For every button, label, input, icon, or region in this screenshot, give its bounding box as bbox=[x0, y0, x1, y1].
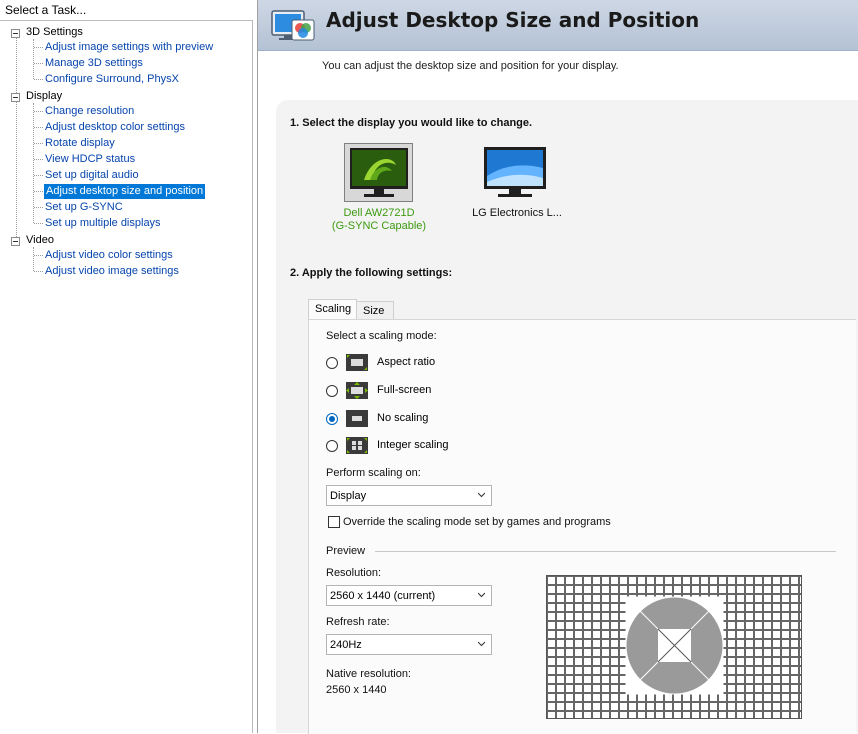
tree-item-g-sync[interactable]: Set up G-SYNC bbox=[44, 200, 124, 215]
refresh-rate-dropdown[interactable]: 240Hz bbox=[326, 634, 492, 655]
display-name: Dell AW2721D bbox=[343, 207, 415, 219]
preview-divider bbox=[375, 551, 836, 552]
override-scaling-label: Override the scaling mode set by games a… bbox=[343, 516, 611, 528]
category-label: Video bbox=[26, 234, 54, 246]
category-label: 3D Settings bbox=[26, 26, 83, 38]
content-area: Adjust Desktop Size and Position You can… bbox=[258, 0, 858, 734]
step1-heading: 1. Select the display you would like to … bbox=[290, 117, 533, 129]
integer-scaling-icon bbox=[346, 437, 368, 454]
display-lg-electronics[interactable] bbox=[482, 146, 548, 200]
task-tree: 3D Settings Adjust image settings with p… bbox=[0, 21, 253, 733]
chevron-down-icon bbox=[478, 592, 485, 598]
tree-connector bbox=[33, 103, 34, 223]
native-resolution-value: 2560 x 1440 bbox=[326, 684, 387, 696]
display-name: LG Electronics L... bbox=[472, 207, 562, 219]
no-scaling-icon bbox=[346, 410, 368, 427]
radio-label: Aspect ratio bbox=[377, 356, 436, 368]
radio-button[interactable] bbox=[326, 385, 338, 397]
scaling-mode-aspect-ratio[interactable]: Aspect ratio bbox=[326, 353, 486, 375]
tree-connector bbox=[16, 33, 17, 243]
scaling-mode-label: Select a scaling mode: bbox=[326, 330, 437, 342]
dropdown-value: Display bbox=[330, 490, 367, 502]
monitor-icon bbox=[484, 147, 546, 197]
tree-item-video-image[interactable]: Adjust video image settings bbox=[44, 264, 180, 279]
display-settings-icon bbox=[271, 10, 315, 41]
full-screen-icon bbox=[346, 382, 368, 399]
task-panel: Select a Task... 3D Settings Adjust imag… bbox=[0, 0, 258, 733]
page-description: You can adjust the desktop size and posi… bbox=[322, 60, 619, 72]
task-panel-header: Select a Task... bbox=[0, 0, 253, 21]
radio-button[interactable] bbox=[326, 357, 338, 369]
aspect-ratio-icon bbox=[346, 354, 368, 371]
test-pattern-preview bbox=[547, 576, 801, 718]
scaling-mode-no-scaling[interactable]: No scaling bbox=[326, 409, 486, 431]
dropdown-value: 2560 x 1440 (current) bbox=[330, 590, 436, 602]
chevron-down-icon bbox=[478, 492, 485, 498]
tree-item-desktop-size-position[interactable]: Adjust desktop size and position bbox=[44, 184, 206, 199]
radio-button[interactable] bbox=[326, 440, 338, 452]
scaling-mode-integer-scaling[interactable]: Integer scaling bbox=[326, 436, 486, 458]
title-banner: Adjust Desktop Size and Position bbox=[258, 0, 858, 51]
page-title: Adjust Desktop Size and Position bbox=[326, 8, 700, 32]
perform-scaling-label: Perform scaling on: bbox=[326, 467, 421, 479]
tree-connector bbox=[33, 39, 34, 79]
refresh-rate-label: Refresh rate: bbox=[326, 616, 390, 628]
task-panel-header-label: Select a Task... bbox=[5, 3, 87, 17]
tree-item-rotate-display[interactable]: Rotate display bbox=[44, 136, 116, 151]
tree-item-manage-3d-settings[interactable]: Manage 3D settings bbox=[44, 56, 144, 71]
scaling-preview bbox=[546, 575, 802, 719]
tree-item-video-color[interactable]: Adjust video color settings bbox=[44, 248, 174, 263]
scaling-mode-full-screen[interactable]: Full-screen bbox=[326, 381, 486, 403]
radio-label: Integer scaling bbox=[377, 439, 449, 451]
scaling-tab-content: Select a scaling mode: Aspect ratio Full… bbox=[308, 319, 856, 734]
tree-item-adjust-image-settings[interactable]: Adjust image settings with preview bbox=[44, 40, 214, 55]
tree-connector bbox=[33, 247, 34, 271]
radio-button[interactable] bbox=[326, 413, 338, 425]
chevron-down-icon bbox=[478, 641, 485, 647]
category-label: Display bbox=[26, 90, 63, 102]
radio-label: Full-screen bbox=[377, 384, 432, 396]
native-resolution-label: Native resolution: bbox=[326, 668, 411, 680]
collapse-icon[interactable] bbox=[11, 29, 20, 38]
tree-item-configure-surround[interactable]: Configure Surround, PhysX bbox=[44, 72, 180, 87]
tab-size[interactable]: Size bbox=[356, 301, 394, 320]
dropdown-value: 240Hz bbox=[330, 639, 362, 651]
collapse-icon[interactable] bbox=[11, 237, 20, 246]
perform-scaling-dropdown[interactable]: Display bbox=[326, 485, 492, 506]
override-scaling-checkbox[interactable] bbox=[328, 516, 340, 528]
resolution-label: Resolution: bbox=[326, 567, 382, 579]
tree-item-change-resolution[interactable]: Change resolution bbox=[44, 104, 135, 119]
tree-item-hdcp-status[interactable]: View HDCP status bbox=[44, 152, 136, 167]
tab-scaling[interactable]: Scaling bbox=[308, 299, 357, 320]
preview-heading: Preview bbox=[326, 545, 366, 557]
tree-item-multiple-displays[interactable]: Set up multiple displays bbox=[44, 216, 162, 231]
step2-heading: 2. Apply the following settings: bbox=[290, 267, 453, 279]
resolution-dropdown[interactable]: 2560 x 1440 (current) bbox=[326, 585, 492, 606]
tree-item-desktop-color[interactable]: Adjust desktop color settings bbox=[44, 120, 186, 135]
override-scaling-checkbox-row[interactable]: Override the scaling mode set by games a… bbox=[328, 516, 618, 530]
radio-label: No scaling bbox=[377, 412, 429, 424]
monitor-icon bbox=[344, 143, 413, 202]
display-caption: (G-SYNC Capable) bbox=[331, 220, 427, 232]
display-dell-aw2721d[interactable] bbox=[344, 143, 414, 203]
collapse-icon[interactable] bbox=[11, 93, 20, 102]
tree-item-digital-audio[interactable]: Set up digital audio bbox=[44, 168, 140, 183]
